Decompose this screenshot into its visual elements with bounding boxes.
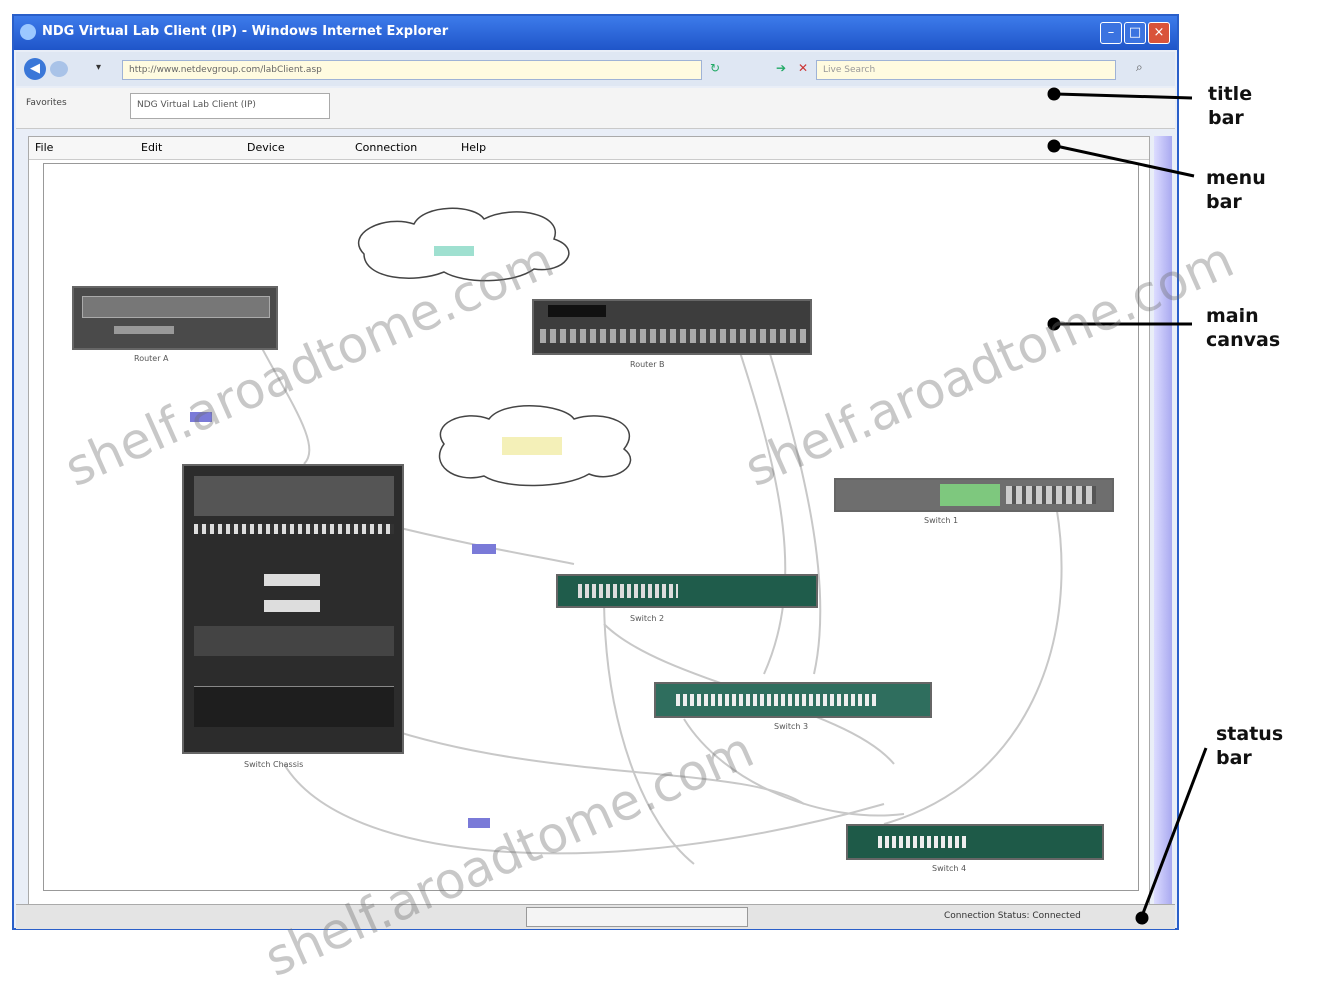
arrow-line (1140, 747, 1208, 917)
arrow-line (1055, 92, 1193, 100)
arrow-head (1135, 911, 1149, 925)
annotation-title-bar: title bar (1208, 83, 1253, 129)
arrow-head (1047, 87, 1061, 101)
annotation-menu-bar: menu bar (1206, 167, 1266, 213)
annotation-main-canvas: main canvas (1206, 305, 1281, 351)
annotation-status-bar: status bar (1216, 723, 1284, 769)
arrow-line (1055, 144, 1195, 178)
arrow-head (1047, 139, 1061, 153)
